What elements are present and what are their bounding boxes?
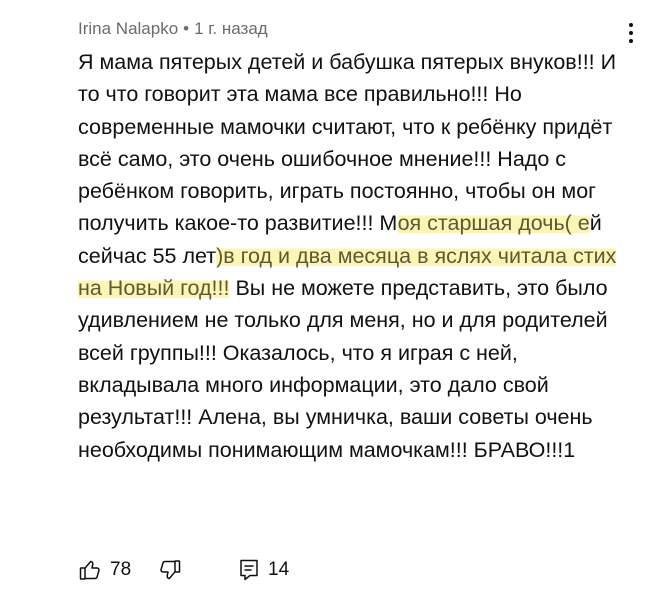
comment-card: Irina Nalapko • 1 г. назад Я мама пятерых …: [0, 0, 671, 600]
comment-header: Irina Nalapko • 1 г. назад: [78, 19, 268, 39]
vertical-dots-icon-dot: [629, 39, 633, 43]
reply-count: 14: [268, 559, 290, 580]
more-options-button[interactable]: [620, 18, 642, 48]
reply-comment-icon: [240, 559, 258, 581]
comment-text: Я мама пятерых детей и бабушка пятерых в…: [78, 46, 623, 466]
comment-text-part: Вы не можете представить, это было удивл…: [78, 276, 608, 462]
vertical-dots-icon: [629, 23, 633, 27]
comment-text-part: Я мама пятерых детей и бабушка пятерых в…: [78, 50, 617, 236]
meta-separator: •: [183, 19, 190, 38]
vertical-dots-icon-dot: [629, 31, 633, 35]
comment-actions: 78 14: [78, 555, 289, 585]
reply-button[interactable]: 14: [238, 558, 289, 582]
like-count: 78: [110, 559, 132, 580]
author-name[interactable]: Irina Nalapko: [78, 19, 178, 38]
thumbs-up-icon: [79, 560, 100, 580]
comment-timestamp[interactable]: 1 г. назад: [194, 19, 268, 38]
like-button[interactable]: 78: [78, 558, 158, 582]
dislike-button[interactable]: [158, 558, 238, 582]
thumbs-down-icon: [160, 560, 181, 580]
highlighted-text: оя старшая дочь( е: [397, 211, 590, 236]
